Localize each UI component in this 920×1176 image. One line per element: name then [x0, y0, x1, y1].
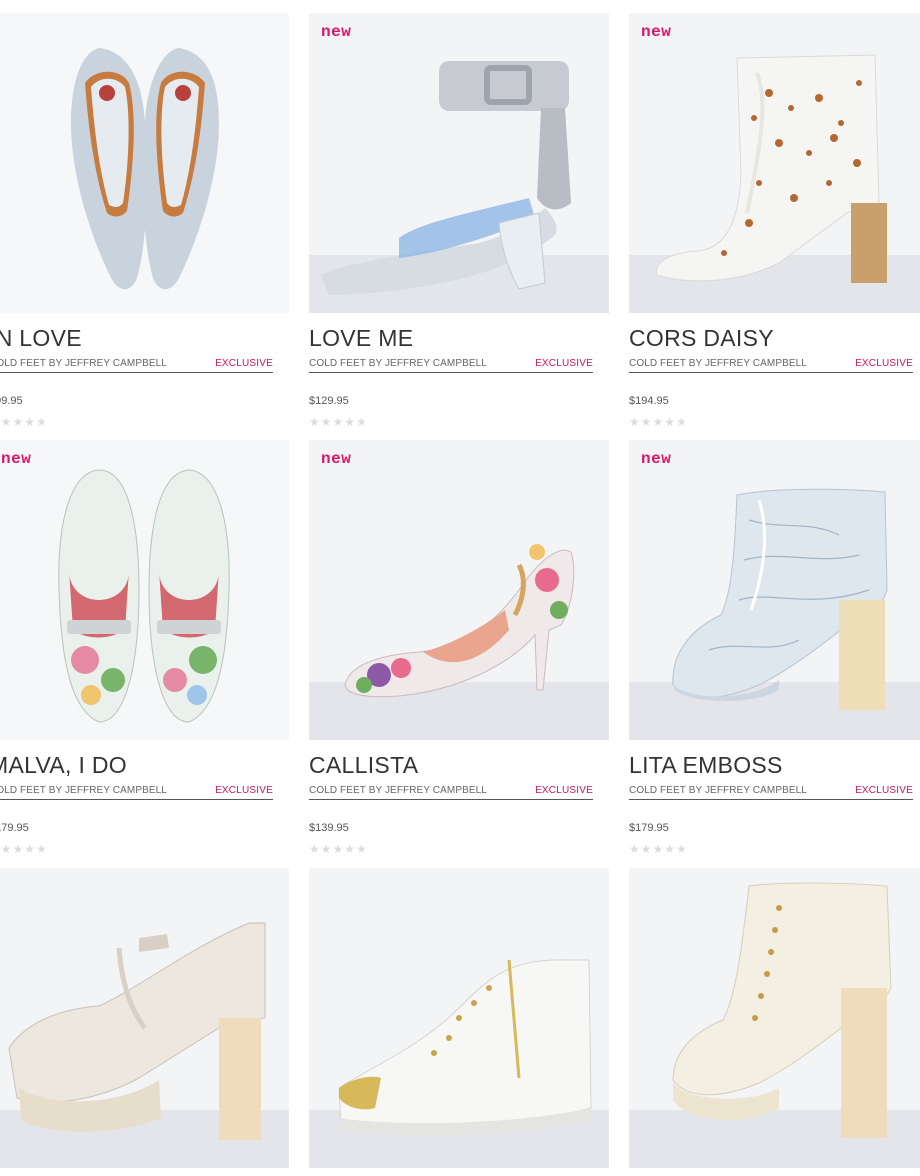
product-image[interactable]: [0, 868, 289, 1168]
product-meta: COLD FEET BY JEFFREY CAMPBELL EXCLUSIVE: [629, 785, 913, 800]
product-image[interactable]: new: [629, 440, 920, 740]
product-image[interactable]: new: [0, 440, 289, 740]
product-card[interactable]: IN LOVE COLD FEET BY JEFFREY CAMPBELL EX…: [0, 13, 289, 429]
rating-stars[interactable]: ★★★★★: [0, 415, 48, 429]
floral-loafers-image: [58, 469, 230, 723]
product-price: $179.95: [0, 822, 29, 834]
exclusive-tag: EXCLUSIVE: [535, 358, 593, 369]
product-price: $194.95: [629, 395, 669, 407]
product-price: $99.95: [0, 395, 23, 407]
product-card[interactable]: new MALVA, I DO COLD FEET BY JEFFREY CAM…: [0, 440, 289, 856]
product-card[interactable]: [309, 868, 609, 1168]
white-high-top-sneaker-image: [338, 959, 592, 1137]
product-meta: COLD FEET BY JEFFREY CAMPBELL EXCLUSIVE: [0, 358, 273, 373]
product-image[interactable]: [309, 868, 609, 1168]
product-brand[interactable]: COLD FEET BY JEFFREY CAMPBELL: [309, 785, 487, 796]
product-card[interactable]: new LOVE ME COLD FEET BY JEFFREY CAMPBEL…: [309, 13, 609, 429]
product-card[interactable]: new CALLISTA COLD FEET BY JEFFREY CAMPBE…: [309, 440, 609, 856]
product-name[interactable]: LITA EMBOSS: [629, 752, 783, 779]
product-price: $129.95: [309, 395, 349, 407]
product-brand[interactable]: COLD FEET BY JEFFREY CAMPBELL: [629, 358, 807, 369]
product-card[interactable]: new LITA EMBOSS COLD FEET BY JEFFREY CAM…: [629, 440, 920, 856]
new-badge: new: [641, 23, 672, 41]
product-brand[interactable]: COLD FEET BY JEFFREY CAMPBELL: [0, 785, 167, 796]
product-image[interactable]: [629, 868, 920, 1168]
product-price: $139.95: [309, 822, 349, 834]
rating-stars[interactable]: ★★★★★: [629, 415, 688, 429]
product-name[interactable]: MALVA, I DO: [0, 752, 127, 779]
product-price: $179.95: [629, 822, 669, 834]
lita-emboss-bootie-image: [672, 488, 888, 710]
product-meta: COLD FEET BY JEFFREY CAMPBELL EXCLUSIVE: [309, 358, 593, 373]
new-badge: new: [641, 450, 672, 468]
product-name[interactable]: LOVE ME: [309, 325, 413, 352]
love-me-heel-image: [321, 61, 571, 295]
product-name[interactable]: CALLISTA: [309, 752, 418, 779]
exclusive-tag: EXCLUSIVE: [855, 785, 913, 796]
rating-stars[interactable]: ★★★★★: [629, 842, 688, 856]
lace-t-strap-platform-image: [8, 922, 266, 1140]
callista-pump-image: [344, 544, 575, 698]
product-meta: COLD FEET BY JEFFREY CAMPBELL EXCLUSIVE: [0, 785, 273, 800]
product-brand[interactable]: COLD FEET BY JEFFREY CAMPBELL: [629, 785, 807, 796]
product-meta: COLD FEET BY JEFFREY CAMPBELL EXCLUSIVE: [629, 358, 913, 373]
product-name[interactable]: CORS DAISY: [629, 325, 774, 352]
product-image[interactable]: new: [309, 440, 609, 740]
rating-stars[interactable]: ★★★★★: [309, 415, 368, 429]
product-image[interactable]: new: [629, 13, 920, 313]
product-brand[interactable]: COLD FEET BY JEFFREY CAMPBELL: [309, 358, 487, 369]
product-card[interactable]: new CORS DAISY COLD FEET BY JEFFREY CAMP…: [629, 13, 920, 429]
exclusive-tag: EXCLUSIVE: [215, 785, 273, 796]
product-name[interactable]: IN LOVE: [0, 325, 82, 352]
rating-stars[interactable]: ★★★★★: [309, 842, 368, 856]
exclusive-tag: EXCLUSIVE: [215, 358, 273, 369]
lace-platform-bootie-image: [672, 882, 892, 1138]
product-meta: COLD FEET BY JEFFREY CAMPBELL EXCLUSIVE: [309, 785, 593, 800]
new-badge: new: [321, 23, 352, 41]
exclusive-tag: EXCLUSIVE: [855, 358, 913, 369]
product-image[interactable]: [0, 13, 289, 313]
product-card[interactable]: [0, 868, 289, 1168]
product-card[interactable]: [629, 868, 920, 1168]
exclusive-tag: EXCLUSIVE: [535, 785, 593, 796]
rating-stars[interactable]: ★★★★★: [0, 842, 48, 856]
new-badge: new: [321, 450, 352, 468]
product-image[interactable]: new: [309, 13, 609, 313]
product-brand[interactable]: COLD FEET BY JEFFREY CAMPBELL: [0, 358, 167, 369]
cors-daisy-bootie-image: [655, 54, 887, 283]
silver-flats-image: [71, 48, 219, 290]
new-badge: new: [1, 450, 32, 468]
